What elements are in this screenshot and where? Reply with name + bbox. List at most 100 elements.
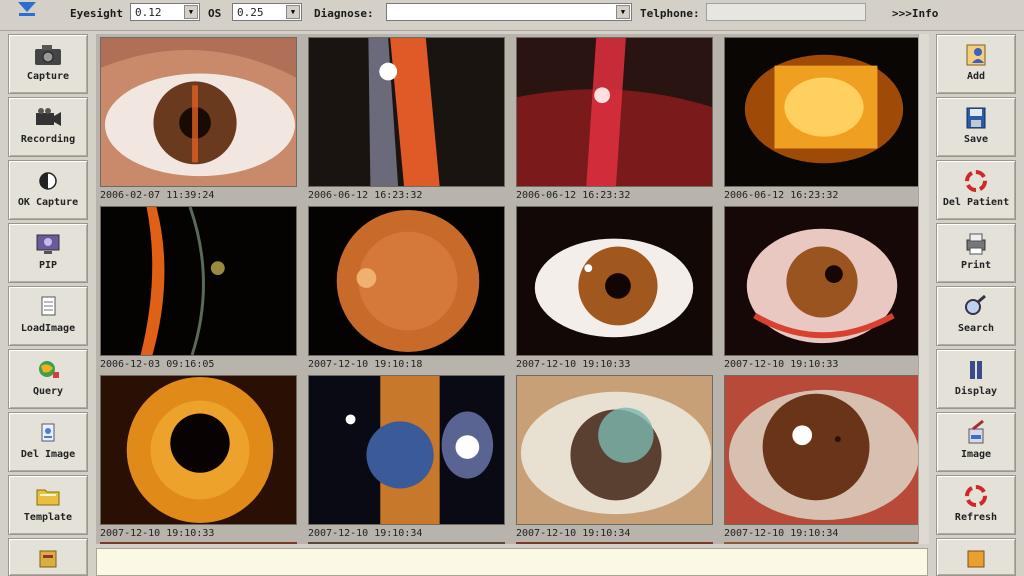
tools-icon bbox=[39, 550, 57, 568]
ok-capture-label: OK Capture bbox=[17, 197, 79, 208]
notes-area[interactable] bbox=[96, 548, 928, 576]
eye-image-thumbnail[interactable] bbox=[100, 206, 297, 356]
del-image-button[interactable]: Del Image bbox=[8, 412, 88, 472]
eye-image-thumbnail[interactable] bbox=[100, 375, 297, 525]
refresh-button[interactable]: Refresh bbox=[936, 475, 1016, 535]
image-timestamp: 2007-12-10 19:10:34 bbox=[308, 528, 423, 539]
del-patient-button[interactable]: Del Patient bbox=[936, 160, 1016, 220]
chevron-down-icon[interactable]: ▼ bbox=[286, 5, 300, 19]
print-button[interactable]: Print bbox=[936, 223, 1016, 283]
os-eyesight-value: 0.25 bbox=[237, 6, 264, 19]
folder-icon bbox=[36, 489, 60, 506]
image-button[interactable]: Image bbox=[936, 412, 1016, 472]
info-link[interactable]: >>>Info bbox=[892, 7, 938, 20]
partial-thumbnail bbox=[516, 542, 713, 544]
query-button[interactable]: Query bbox=[8, 349, 88, 409]
image-cell[interactable]: 2007-12-10 19:10:33 bbox=[512, 203, 716, 375]
recycle-icon bbox=[965, 170, 987, 192]
eye-image-thumbnail[interactable] bbox=[308, 37, 505, 187]
delete-image-icon bbox=[41, 423, 55, 442]
eye-image-thumbnail[interactable] bbox=[100, 37, 297, 187]
display-button[interactable]: Display bbox=[936, 349, 1016, 409]
image-timestamp: 2007-12-10 19:10:34 bbox=[516, 528, 631, 539]
app-logo-icon bbox=[18, 2, 36, 16]
partial-thumbnail bbox=[724, 542, 921, 544]
capture-button[interactable]: Capture bbox=[8, 34, 88, 94]
load-image-button[interactable]: LoadImage bbox=[8, 286, 88, 346]
search-label: Search bbox=[957, 323, 995, 334]
telphone-input[interactable] bbox=[706, 3, 866, 21]
image-cell[interactable]: 2006-12-03 09:16:05 bbox=[96, 203, 300, 375]
image-cell[interactable]: 2007-12-10 19:10:34 bbox=[304, 372, 508, 544]
globe-icon bbox=[39, 361, 59, 378]
image-label: Image bbox=[960, 449, 992, 460]
more-right-button[interactable] bbox=[936, 538, 1016, 576]
image-cell[interactable]: 2006-06-12 16:23:32 bbox=[720, 34, 924, 206]
print-label: Print bbox=[960, 260, 992, 271]
template-button[interactable]: Template bbox=[8, 475, 88, 535]
image-cell[interactable]: 2007-12-10 19:10:33 bbox=[720, 203, 924, 375]
display-icon bbox=[970, 361, 982, 379]
telphone-label: Telphone: bbox=[640, 7, 700, 20]
more-button[interactable] bbox=[8, 538, 88, 576]
del-patient-label: Del Patient bbox=[942, 197, 1010, 208]
image-timestamp: 2006-12-03 09:16:05 bbox=[100, 359, 215, 370]
image-timestamp: 2006-06-12 16:23:32 bbox=[516, 190, 631, 201]
image-timestamp: 2006-06-12 16:23:32 bbox=[308, 190, 423, 201]
pip-button[interactable]: PIP bbox=[8, 223, 88, 283]
partial-thumbnail bbox=[308, 542, 505, 544]
image-timestamp: 2007-12-10 19:10:33 bbox=[724, 359, 839, 370]
top-toolbar: Eyesight 0.12 ▼ OS 0.25 ▼ Diagnose: ▼ Te… bbox=[0, 0, 1024, 31]
image-cell[interactable]: 2007-12-10 19:10:34 bbox=[720, 372, 924, 544]
floppy-disk-icon bbox=[966, 107, 986, 129]
recording-label: Recording bbox=[20, 134, 76, 145]
printer-icon bbox=[966, 233, 986, 255]
eye-image-thumbnail[interactable] bbox=[724, 375, 921, 525]
diagnose-label: Diagnose: bbox=[314, 7, 374, 20]
video-camera-icon bbox=[36, 108, 61, 126]
recording-button[interactable]: Recording bbox=[8, 97, 88, 157]
eye-image-thumbnail[interactable] bbox=[724, 37, 921, 187]
del-image-label: Del Image bbox=[20, 449, 76, 460]
capture-label: Capture bbox=[26, 71, 70, 82]
ok-capture-button[interactable]: OK Capture bbox=[8, 160, 88, 220]
image-timestamp: 2007-12-10 19:10:33 bbox=[516, 359, 631, 370]
image-cell[interactable]: 2006-06-12 16:23:32 bbox=[512, 34, 716, 206]
diagnose-select[interactable]: ▼ bbox=[386, 3, 632, 21]
image-timestamp: 2007-12-10 19:10:18 bbox=[308, 359, 423, 370]
half-circle-icon bbox=[39, 172, 57, 190]
paint-image-icon bbox=[968, 419, 984, 444]
save-button[interactable]: Save bbox=[936, 97, 1016, 157]
chevron-down-icon[interactable]: ▼ bbox=[616, 5, 630, 19]
image-cell[interactable]: 2007-12-10 19:10:34 bbox=[512, 372, 716, 544]
eye-image-thumbnail[interactable] bbox=[308, 375, 505, 525]
eye-image-thumbnail[interactable] bbox=[724, 206, 921, 356]
pip-label: PIP bbox=[38, 260, 58, 271]
image-gallery: 2006-02-07 11:39:24 2006-06-12 16:23:32 … bbox=[96, 34, 928, 544]
eye-image-thumbnail[interactable] bbox=[516, 206, 713, 356]
template-label: Template bbox=[23, 512, 73, 523]
save-label: Save bbox=[963, 134, 989, 145]
document-icon bbox=[41, 296, 56, 316]
chevron-down-icon[interactable]: ▼ bbox=[184, 5, 198, 19]
load-image-label: LoadImage bbox=[20, 323, 76, 334]
add-button[interactable]: Add bbox=[936, 34, 1016, 94]
os-label: OS bbox=[208, 7, 222, 20]
eyesight-label: Eyesight bbox=[70, 7, 123, 20]
od-eyesight-select[interactable]: 0.12 ▼ bbox=[130, 3, 200, 21]
partial-thumbnail bbox=[100, 542, 297, 544]
eye-image-thumbnail[interactable] bbox=[308, 206, 505, 356]
eye-image-thumbnail[interactable] bbox=[516, 375, 713, 525]
refresh-label: Refresh bbox=[954, 512, 998, 523]
image-timestamp: 2007-12-10 19:10:33 bbox=[100, 528, 215, 539]
image-cell[interactable]: 2007-12-10 19:10:33 bbox=[96, 372, 300, 544]
image-cell[interactable]: 2006-02-07 11:39:24 bbox=[96, 34, 300, 206]
image-cell[interactable]: 2006-06-12 16:23:32 bbox=[304, 34, 508, 206]
search-button[interactable]: Search bbox=[936, 286, 1016, 346]
image-timestamp: 2007-12-10 19:10:34 bbox=[724, 528, 839, 539]
image-cell[interactable]: 2007-12-10 19:10:18 bbox=[304, 203, 508, 375]
os-eyesight-select[interactable]: 0.25 ▼ bbox=[232, 3, 302, 21]
eye-image-thumbnail[interactable] bbox=[516, 37, 713, 187]
add-label: Add bbox=[966, 71, 986, 82]
gallery-scrollbar[interactable] bbox=[918, 34, 929, 544]
